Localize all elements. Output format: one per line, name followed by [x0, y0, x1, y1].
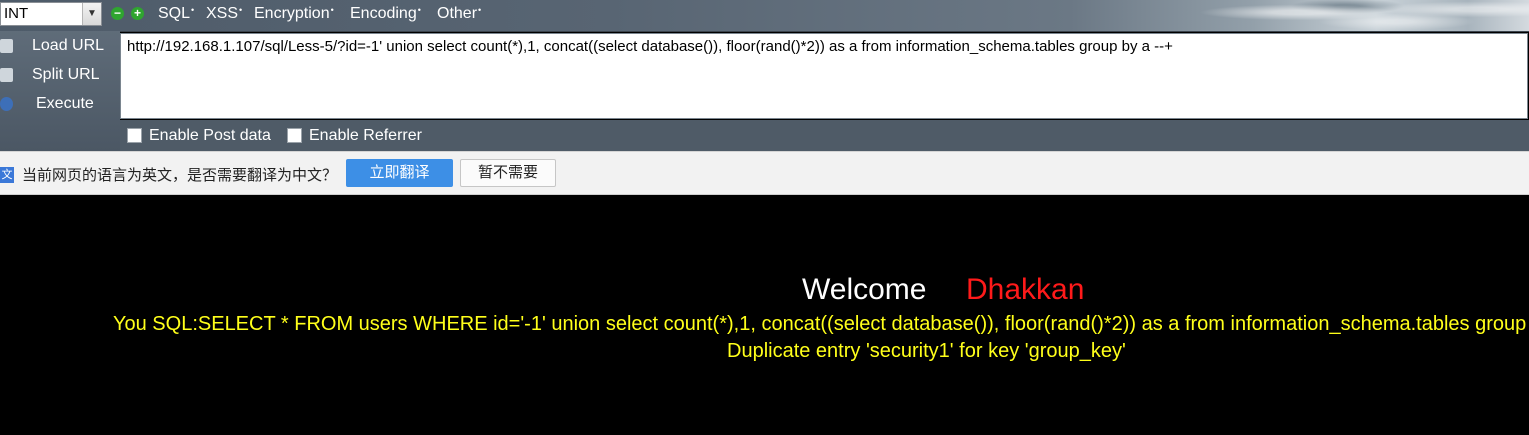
menu-xss-label: XSS: [206, 5, 239, 22]
menu-arrow-icon: •: [239, 5, 243, 15]
enable-post-data-checkbox[interactable]: [127, 128, 142, 143]
execute-button[interactable]: Execute: [0, 91, 120, 119]
enable-post-data-label[interactable]: Enable Post data: [149, 127, 271, 145]
welcome-name: Dhakkan: [966, 273, 1085, 306]
split-url-icon: [0, 68, 13, 82]
toolbar-background-art: [1199, 0, 1529, 31]
not-needed-button[interactable]: 暂不需要: [460, 159, 556, 187]
type-select[interactable]: INT ▼: [0, 2, 102, 26]
split-url-label: Split URL: [32, 66, 100, 83]
menu-other-label: Other: [437, 5, 478, 22]
menu-xss[interactable]: XSS•: [206, 5, 242, 23]
translate-icon: 文: [0, 167, 14, 183]
welcome-text: Welcome: [802, 273, 927, 306]
chevron-down-icon[interactable]: ▼: [82, 3, 101, 25]
load-url-label: Load URL: [32, 37, 105, 54]
translate-bar: 文 当前网页的语言为英文，是否需要翻译为中文？ 立即翻译 暂不需要: [0, 151, 1529, 195]
execute-label: Execute: [36, 95, 94, 112]
menu-encoding[interactable]: Encoding•: [350, 5, 421, 23]
play-icon: [0, 97, 13, 111]
options-row: Enable Post data Enable Referrer: [120, 120, 1529, 151]
hackbar-sidepanel: Load URL Split URL Execute: [0, 31, 120, 151]
sql-error-text: Duplicate entry 'security1' for key 'gro…: [727, 340, 1126, 362]
hackbar-toolbar: INT ▼ − + SQL• XSS• Encryption• Encoding…: [0, 0, 1529, 32]
menu-arrow-icon: •: [330, 5, 334, 15]
menu-encoding-label: Encoding: [350, 5, 417, 22]
menu-sql-label: SQL: [158, 5, 191, 22]
translate-now-button[interactable]: 立即翻译: [346, 159, 453, 187]
menu-encryption-label: Encryption: [254, 5, 330, 22]
menu-encryption[interactable]: Encryption•: [254, 5, 334, 23]
type-select-value: INT: [4, 5, 29, 22]
load-url-button[interactable]: Load URL: [0, 33, 120, 61]
enable-referrer-label[interactable]: Enable Referrer: [309, 127, 422, 145]
translate-message: 当前网页的语言为英文，是否需要翻译为中文？: [22, 167, 338, 184]
split-url-button[interactable]: Split URL: [0, 62, 120, 90]
menu-arrow-icon: •: [417, 5, 421, 15]
increase-icon[interactable]: +: [131, 7, 144, 20]
menu-arrow-icon: •: [191, 5, 195, 15]
menu-sql[interactable]: SQL•: [158, 5, 194, 23]
url-textarea[interactable]: http://192.168.1.107/sql/Less-5/?id=-1' …: [120, 33, 1528, 119]
decrease-icon[interactable]: −: [111, 7, 124, 20]
enable-referrer-checkbox[interactable]: [287, 128, 302, 143]
sql-query-text: You SQL:SELECT * FROM users WHERE id='-1…: [113, 313, 1529, 335]
menu-other[interactable]: Other•: [437, 5, 481, 23]
load-url-icon: [0, 39, 13, 53]
menu-arrow-icon: •: [478, 5, 482, 15]
